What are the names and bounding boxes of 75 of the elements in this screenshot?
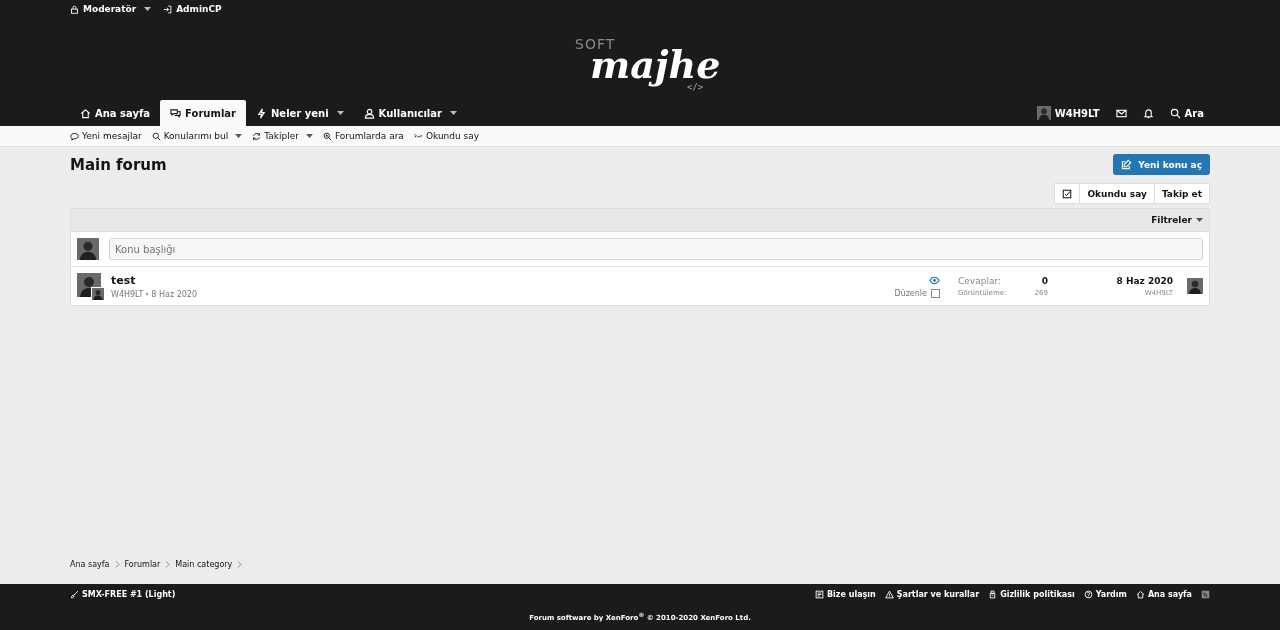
search-icon: [1169, 107, 1181, 119]
thread-author[interactable]: W4H9LT: [111, 289, 144, 299]
subnav-link[interactable]: Takipler: [252, 131, 313, 141]
speech-bubble-icon: [70, 131, 79, 141]
stat-value: 0: [1040, 275, 1048, 286]
caret-icon: [449, 111, 457, 115]
style-chooser-link[interactable]: SMX-FREE #1 (Light): [70, 589, 176, 599]
warning-icon: [884, 589, 894, 599]
thread-title[interactable]: test: [111, 273, 885, 287]
nav-tab[interactable]: Kullanıcılar: [353, 100, 467, 126]
home-icon: [1135, 589, 1145, 599]
checkbox-icon: [1062, 188, 1073, 199]
chevron-icon: [237, 561, 243, 568]
search-icon: [151, 131, 161, 141]
nav-tab[interactable]: Neler yeni: [246, 100, 354, 126]
user-link[interactable]: W4H9LT: [1036, 106, 1100, 120]
footer-link[interactable]: Gizlilik politikası: [988, 589, 1075, 599]
caret-icon: [144, 7, 152, 11]
avatar: [1036, 106, 1051, 120]
subnav-link[interactable]: Forumlarda ara: [322, 131, 404, 141]
home-icon: [80, 107, 91, 119]
subnav-link[interactable]: Konularımı bul: [151, 131, 243, 141]
brush-icon: [70, 589, 79, 599]
lightning-icon: [256, 107, 267, 119]
lock-icon: [988, 589, 998, 599]
caret-icon: [336, 111, 344, 115]
check-wave-icon: [413, 131, 423, 141]
lock-icon: [70, 4, 79, 14]
footer-link[interactable]: Yardım: [1083, 589, 1127, 599]
caret-icon: [305, 134, 313, 138]
envelope-icon: [1115, 107, 1127, 119]
avatar: [77, 238, 99, 260]
subnav-link[interactable]: Okundu say: [413, 131, 480, 141]
nav-tab[interactable]: Ana sayfa: [70, 100, 161, 126]
action-button[interactable]: Takip et: [1153, 183, 1210, 204]
select-checkbox[interactable]: Düzenle: [894, 288, 940, 298]
staff-link[interactable]: AdminCP: [163, 4, 222, 14]
last-post-date[interactable]: 8 Haz 2020: [1116, 275, 1173, 286]
search-link[interactable]: Ara: [1169, 107, 1204, 119]
filter-dropdown[interactable]: Filtreler: [1151, 215, 1203, 225]
footer-link[interactable]: Ana sayfa: [1135, 589, 1192, 599]
thread-title-field[interactable]: Konu başlığı: [109, 238, 1203, 260]
refresh-icon: [252, 131, 262, 141]
user-icon: [363, 107, 375, 119]
chevron-icon: [114, 561, 120, 568]
footer-link[interactable]: Bize ulaşın: [815, 589, 876, 599]
stat-label: Cevaplar:: [958, 275, 1002, 286]
compose-icon: [1121, 159, 1133, 170]
action-button[interactable]: Okundu say: [1079, 183, 1155, 204]
breadcrumb-link[interactable]: Forumlar: [124, 560, 161, 569]
help-icon: [1083, 589, 1093, 599]
chevron-icon: [165, 561, 171, 568]
select-toggle-button[interactable]: [1054, 183, 1081, 204]
rss-icon: [1201, 589, 1210, 599]
breadcrumb-link[interactable]: Ana sayfa: [70, 560, 110, 569]
eye-icon: [929, 274, 940, 286]
avatar: [1187, 278, 1203, 294]
new-thread-button[interactable]: Yeni konu aç: [1113, 154, 1210, 175]
staff-link[interactable]: Moderatör: [70, 4, 152, 14]
thread-date[interactable]: 8 Haz 2020: [151, 289, 197, 299]
staff-label: Moderatör: [83, 4, 137, 14]
breadcrumb-link[interactable]: Main category: [175, 560, 233, 569]
footer-link[interactable]: Şartlar ve kurallar: [884, 589, 980, 599]
list-icon: [815, 589, 824, 599]
subnav-link[interactable]: Yeni mesajlar: [70, 131, 142, 141]
caret-icon: [1196, 218, 1203, 222]
nav-tab[interactable]: Forumlar: [160, 100, 246, 126]
caret-icon: [235, 134, 243, 138]
page-title: Main forum: [70, 155, 167, 174]
speech-bubbles-icon: [170, 107, 182, 119]
logo-small-text: SOFT: [575, 36, 616, 52]
staff-label: AdminCP: [176, 4, 222, 14]
sign-in-icon: [163, 4, 173, 14]
zoom-in-icon: [322, 131, 332, 141]
bell-icon: [1142, 107, 1154, 119]
